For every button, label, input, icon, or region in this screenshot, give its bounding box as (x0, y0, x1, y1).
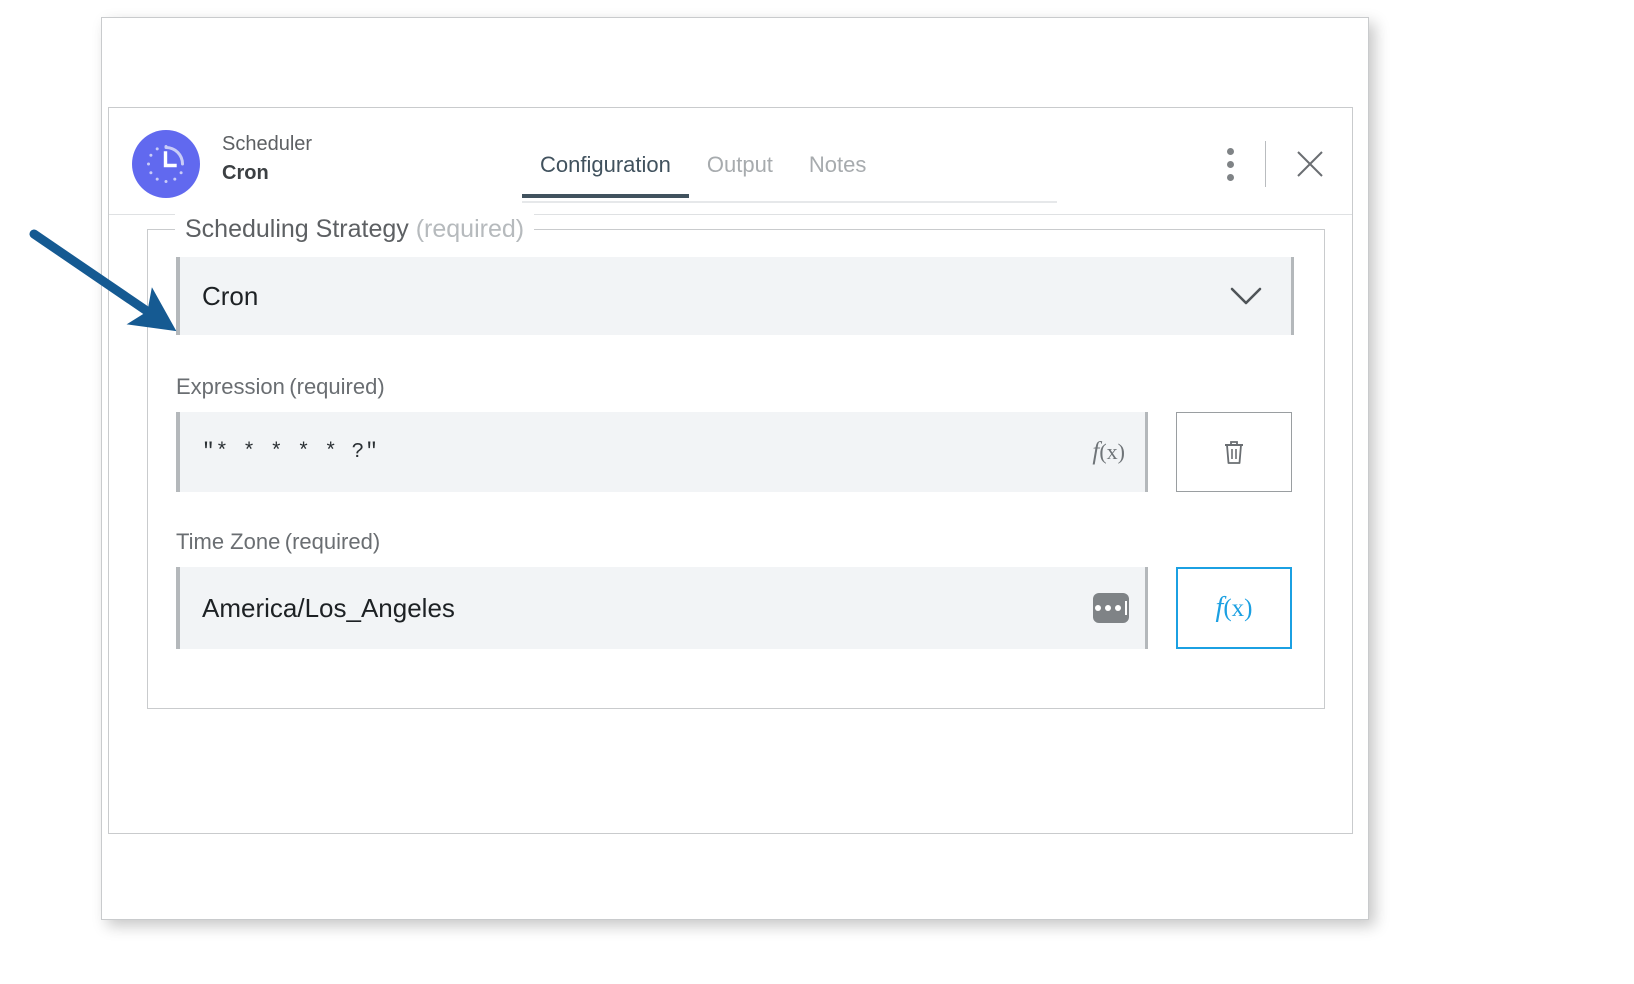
expression-required: (required) (289, 374, 384, 399)
expression-fx-indicator: f(x) (1092, 438, 1145, 466)
ellipsis-caret (1125, 601, 1127, 615)
timezone-label-text: Time Zone (176, 529, 280, 554)
close-icon[interactable] (1290, 144, 1330, 184)
timezone-row: America/Los_Angeles f(x) (176, 567, 1294, 649)
expression-label-text: Expression (176, 374, 285, 399)
strategy-dropdown-row: Cron (176, 257, 1294, 335)
fx-paren: (x) (1223, 595, 1252, 622)
timezone-input[interactable]: America/Los_Angeles (176, 567, 1148, 649)
screenshot-root: Scheduler Cron Configuration Output Note… (0, 0, 1634, 984)
tab-bar: Configuration Output Notes (522, 151, 884, 198)
legend-required: (required) (416, 215, 524, 243)
node-kicker: Scheduler (222, 130, 312, 158)
timezone-label: Time Zone (required) (176, 527, 380, 557)
legend-text: Scheduling Strategy (185, 215, 409, 243)
strategy-value: Cron (180, 281, 1229, 312)
more-options-icon[interactable] (1213, 142, 1247, 186)
fx-button-label: f(x) (1216, 592, 1253, 624)
ellipsis-dot (1105, 605, 1111, 611)
scheduling-strategy-legend: Scheduling Strategy (required) (175, 212, 534, 246)
kebab-dot (1227, 174, 1234, 181)
timezone-value: America/Los_Angeles (180, 593, 1093, 624)
clock-scheduler-icon (132, 130, 200, 198)
node-title-block: Scheduler Cron (222, 130, 312, 188)
kebab-dot (1227, 161, 1234, 168)
timezone-fx-button[interactable]: f(x) (1176, 567, 1292, 649)
expression-row: "* * * * * ?" f(x) (176, 412, 1294, 492)
chevron-down-icon[interactable] (1229, 286, 1291, 306)
header-divider (1265, 141, 1266, 187)
expression-value: "* * * * * ?" (180, 441, 1092, 464)
tabs-baseline (522, 201, 1057, 203)
node-name: Cron (222, 158, 312, 188)
trash-icon (1219, 436, 1249, 468)
kebab-dot (1227, 148, 1234, 155)
strategy-dropdown[interactable]: Cron (176, 257, 1294, 335)
expression-delete-button[interactable] (1176, 412, 1292, 492)
fx-paren: (x) (1099, 439, 1125, 464)
tab-output[interactable]: Output (689, 151, 791, 198)
ellipsis-dot (1115, 605, 1121, 611)
ellipsis-picker-icon[interactable] (1093, 593, 1129, 623)
tab-notes[interactable]: Notes (791, 151, 884, 198)
timezone-required: (required) (285, 529, 380, 554)
node-panel-header: Scheduler Cron Configuration Output Note… (109, 108, 1352, 215)
ellipsis-dot (1095, 605, 1101, 611)
expression-input[interactable]: "* * * * * ?" f(x) (176, 412, 1148, 492)
node-configuration-panel: Scheduler Cron Configuration Output Note… (108, 107, 1353, 834)
header-actions (1213, 136, 1330, 192)
expression-label: Expression (required) (176, 372, 385, 402)
tab-configuration[interactable]: Configuration (522, 151, 689, 198)
scheduling-strategy-group: Scheduling Strategy (required) Cron (147, 229, 1325, 709)
